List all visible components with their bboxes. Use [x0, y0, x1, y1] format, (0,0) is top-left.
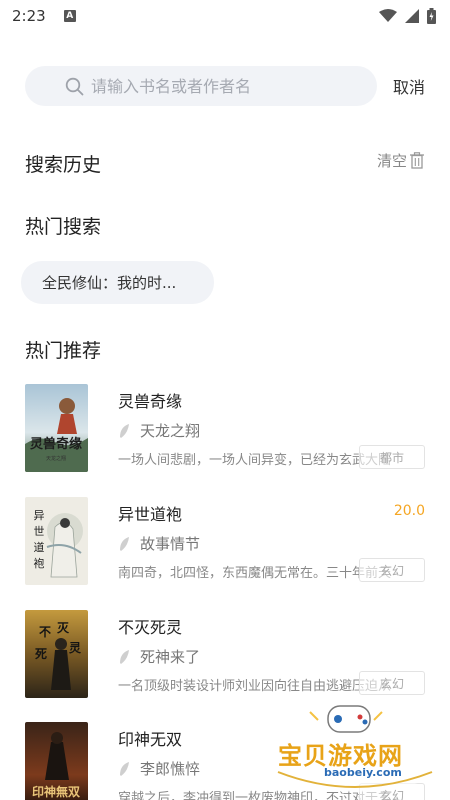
svg-text:不: 不 [39, 625, 51, 639]
svg-text:世: 世 [34, 525, 45, 538]
book-author: 故事情节 [118, 533, 200, 554]
status-bar: 2:23 A [0, 0, 450, 32]
search-box[interactable] [25, 66, 377, 106]
feather-icon [120, 761, 129, 776]
book-author: 李郎憔悴 [118, 758, 200, 779]
status-time: 2:23 [12, 7, 46, 25]
book-author-name: 死神来了 [140, 648, 201, 666]
svg-text:灵兽奇缘: 灵兽奇缘 [30, 436, 82, 452]
book-category-tag: 都市 [359, 445, 425, 469]
hot-search-tag[interactable]: 全民修仙：我的时... [21, 261, 214, 304]
book-title: 印神无双 [118, 730, 183, 749]
svg-text:灭: 灭 [56, 621, 70, 635]
notification-badge-icon: A [63, 10, 76, 22]
search-icon [65, 77, 84, 96]
hot-recommend-title: 热门推荐 [25, 340, 102, 362]
book-author-name: 故事情节 [140, 535, 201, 553]
svg-text:袍: 袍 [34, 556, 45, 570]
book-category-tag: 玄幻 [359, 558, 425, 582]
book-item[interactable]: 异 世 道 袍 异世道袍 20.0 故事情节 南四奇，北四怪，东西魔偶无常在。三… [0, 497, 450, 587]
search-input[interactable] [91, 76, 351, 96]
book-author: 天龙之翔 [118, 420, 200, 441]
book-title: 异世道袍 [118, 505, 183, 524]
feather-icon [120, 649, 129, 664]
book-cover: 异 世 道 袍 [25, 497, 88, 585]
status-indicators [379, 8, 436, 24]
signal-icon [405, 9, 419, 23]
book-author: 死神来了 [118, 646, 200, 667]
book-author-name: 天龙之翔 [140, 422, 201, 440]
book-score: 20.0 [393, 503, 425, 519]
svg-text:道: 道 [34, 540, 45, 554]
wifi-icon [379, 9, 397, 22]
book-item[interactable]: 灵兽奇缘 天龙之翔 灵兽奇缘 天龙之翔 一场人间悲剧，一场人间异变，已经为玄武大… [0, 384, 450, 474]
hot-search-title: 热门搜索 [25, 216, 102, 238]
svg-text:印神無双: 印神無双 [32, 784, 80, 799]
book-cover: 灵兽奇缘 天龙之翔 [25, 384, 88, 472]
feather-icon [120, 536, 129, 551]
book-category-tag: 玄幻 [359, 671, 425, 695]
svg-text:天龙之翔: 天龙之翔 [46, 455, 66, 462]
book-item[interactable]: 不 灭 死 灵 不灭死灵 死神来了 一名顶级时装设计师刘业因向往自由逃避压迫从 … [0, 610, 450, 700]
trash-icon [410, 152, 425, 169]
clear-history-label: 清空 [377, 152, 408, 170]
book-cover: 印神無双 [25, 722, 88, 800]
clear-history-button[interactable]: 清空 [377, 150, 425, 171]
book-title: 灵兽奇缘 [118, 392, 183, 411]
site-watermark: 宝贝游戏网 baobeiy.com [270, 702, 440, 794]
battery-icon [427, 8, 436, 24]
book-cover: 不 灭 死 灵 [25, 610, 88, 698]
search-history-title: 搜索历史 [25, 154, 102, 176]
book-title: 不灭死灵 [118, 618, 183, 637]
svg-text:灵: 灵 [69, 640, 82, 655]
search-row: 取消 [25, 66, 425, 106]
svg-text:异: 异 [34, 509, 45, 522]
cancel-button[interactable]: 取消 [393, 74, 425, 98]
svg-text:死: 死 [35, 647, 47, 661]
feather-icon [120, 423, 129, 438]
book-author-name: 李郎憔悴 [140, 760, 201, 778]
watermark-site: baobeiy.com [324, 766, 402, 779]
